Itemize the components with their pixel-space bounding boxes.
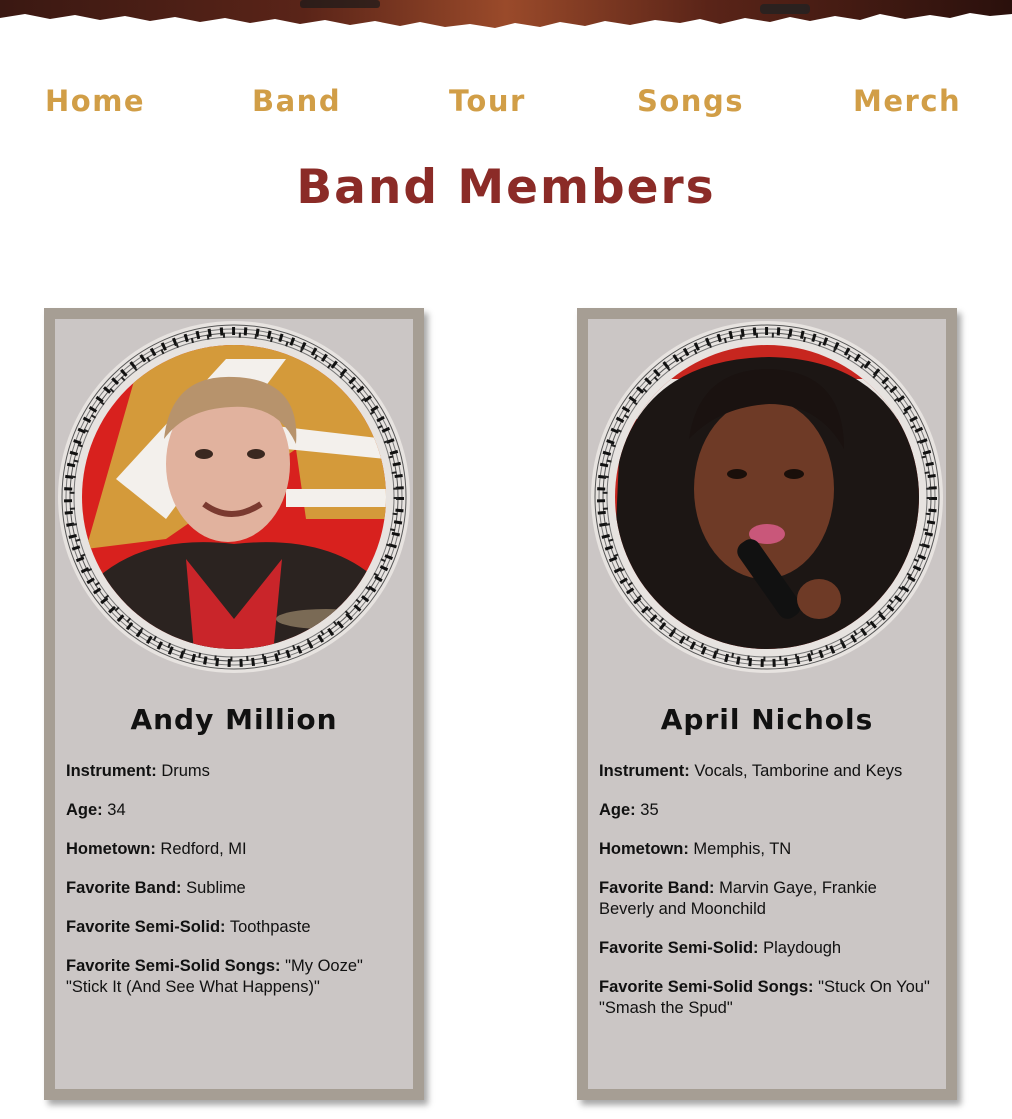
header-banner-image [0,0,1012,28]
fact-age: Age: 34 [66,801,126,819]
fact-favorite-band: Favorite Band: Marvin Gaye, Frankie Beve… [599,879,877,918]
page-title: Band Members [296,160,716,215]
member-facts-list: Instrument: Vocals, Tamborine and Keys A… [599,761,935,1037]
nav-songs-link[interactable]: Songs [637,82,744,120]
fact-favorite-songs: Favorite Semi-Solid Songs: "My Ooze" "St… [66,957,363,996]
member-name: Andy Million [130,703,338,736]
fact-favorite-band: Favorite Band: Sublime [66,879,246,897]
fact-favorite-semi-solid: Favorite Semi-Solid: Playdough [599,939,842,957]
fact-instrument: Instrument: Vocals, Tamborine and Keys [599,762,903,780]
nav-merch-link[interactable]: Merch [853,82,961,120]
fact-instrument: Instrument: Drums [66,762,210,780]
main-nav: Home Band Tour Songs Merch [0,82,1012,122]
member-name: April Nichols [660,703,874,736]
member-card-april: April Nichols Instrument: Vocals, Tambor… [577,308,957,1100]
nav-band-link[interactable]: Band [252,82,341,120]
member-card-andy: Andy Million Instrument: Drums Age: 34 H… [44,308,424,1100]
fact-age: Age: 35 [599,801,659,819]
nav-home-link[interactable]: Home [45,82,145,120]
fact-favorite-songs: Favorite Semi-Solid Songs: "Stuck On You… [599,978,930,1017]
member-portrait-april [591,321,943,673]
member-facts-list: Instrument: Drums Age: 34 Hometown: Redf… [66,761,402,1016]
nav-tour-link[interactable]: Tour [449,82,526,120]
fact-favorite-semi-solid: Favorite Semi-Solid: Toothpaste [66,918,311,936]
member-portrait-andy [58,321,410,673]
fact-hometown: Hometown: Redford, MI [66,840,247,858]
fact-hometown: Hometown: Memphis, TN [599,840,792,858]
